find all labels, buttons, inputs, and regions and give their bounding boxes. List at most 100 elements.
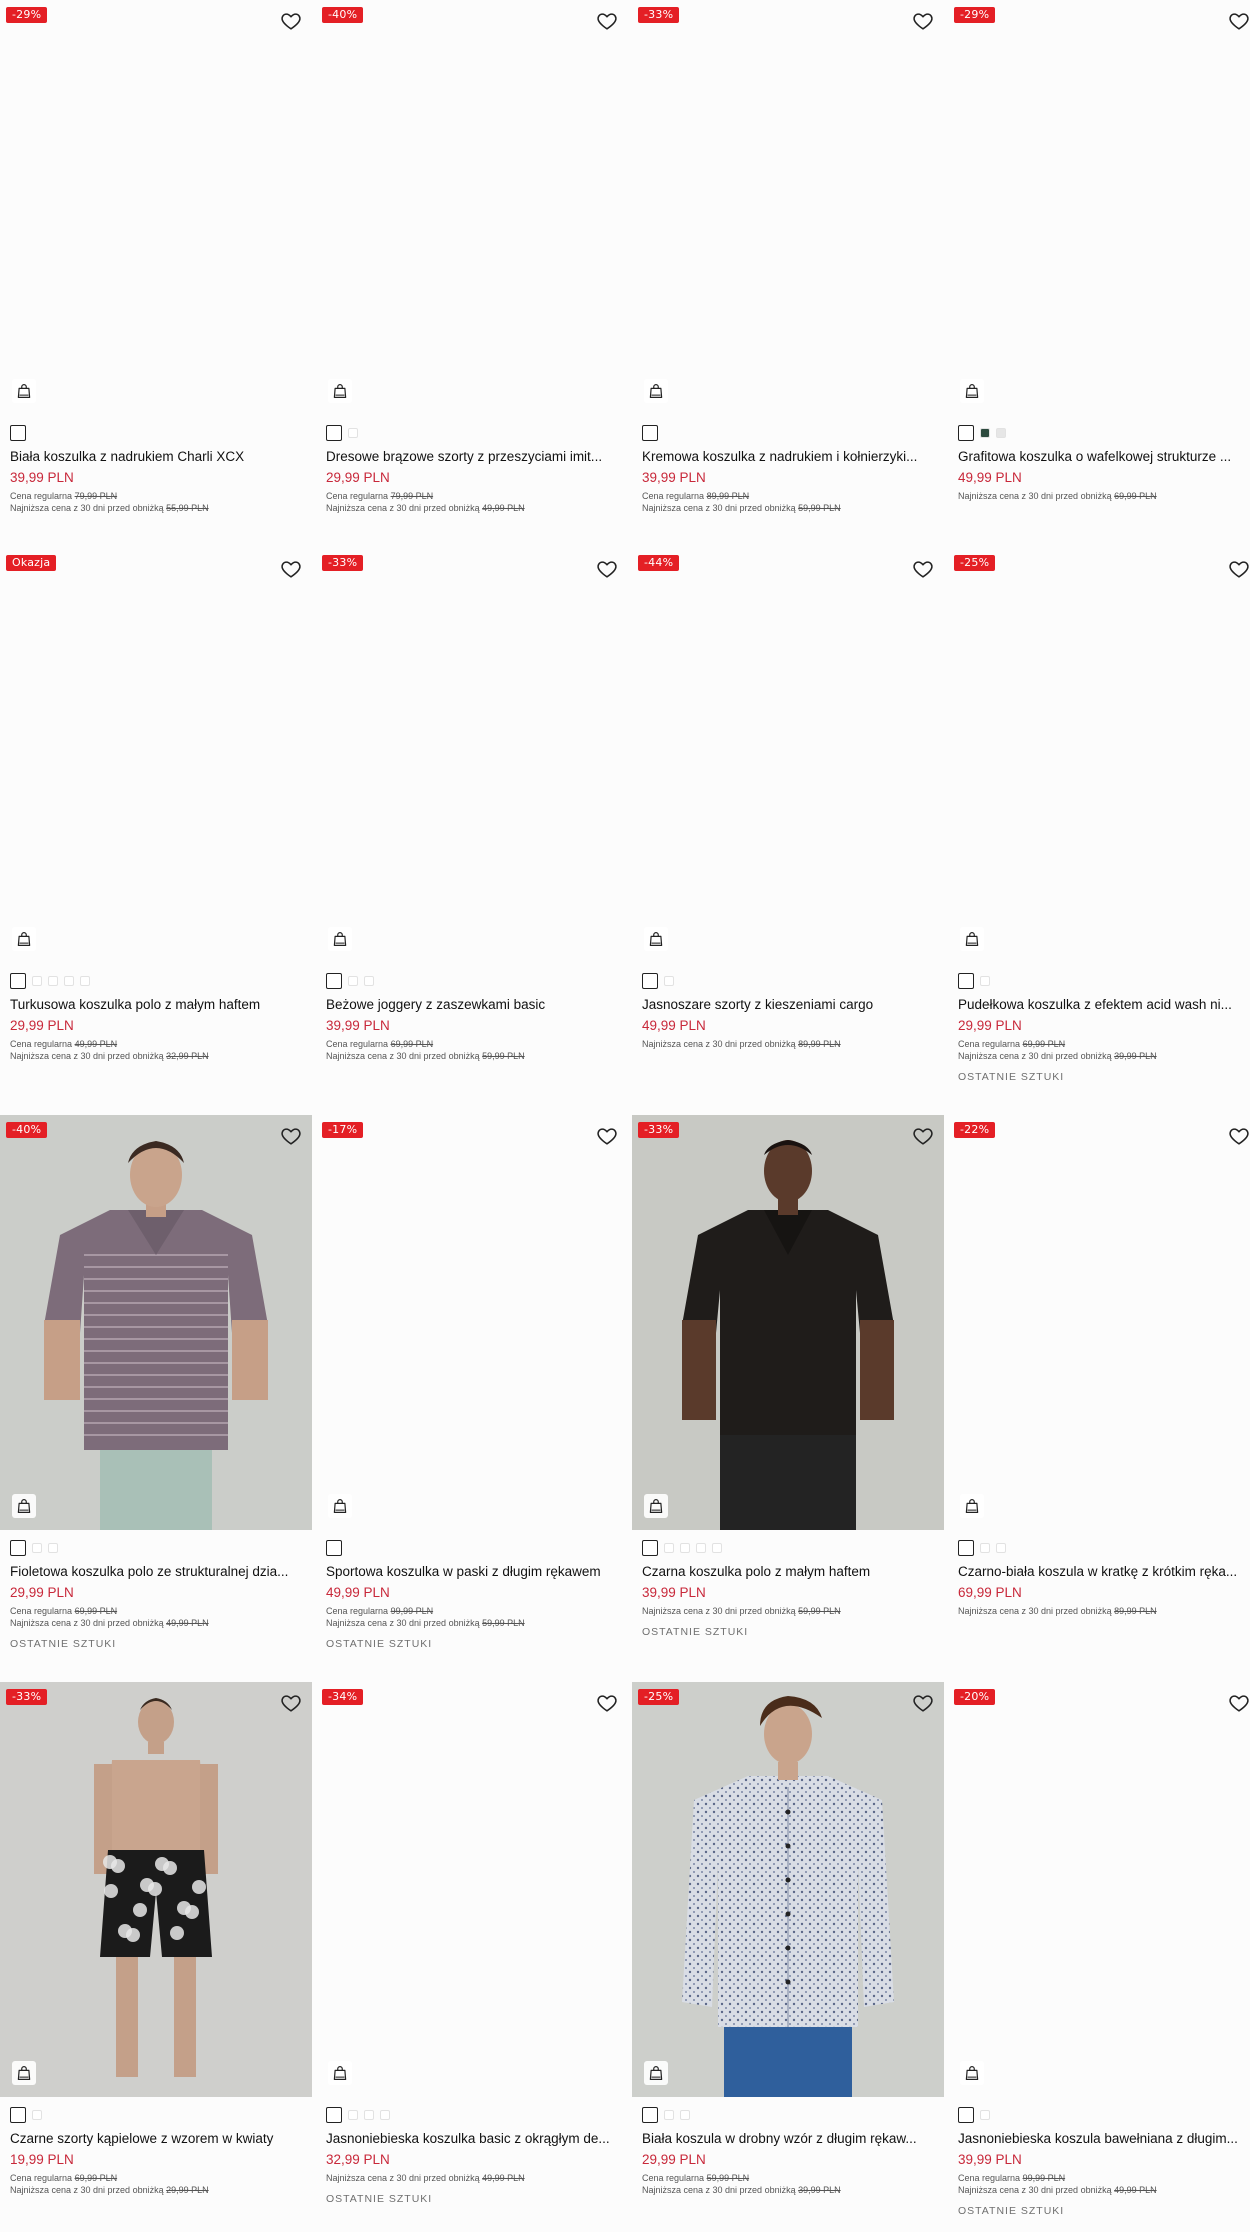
color-swatch[interactable]: [364, 976, 374, 986]
heart-icon[interactable]: [596, 10, 618, 32]
product-title[interactable]: Fioletowa koszulka polo ze strukturalnej…: [10, 1563, 302, 1581]
product-title[interactable]: Kremowa koszulka z nadrukiem i kołnierzy…: [642, 448, 934, 466]
product-image[interactable]: -17%: [316, 1115, 628, 1530]
product-card[interactable]: -25% Pudełkowa koszulka z efektem acid w…: [948, 548, 1250, 1084]
color-swatch[interactable]: [10, 425, 26, 441]
color-swatch[interactable]: [996, 1543, 1006, 1553]
product-card[interactable]: Okazja Turkusowa koszulka polo z małym h…: [0, 548, 312, 1062]
color-swatch[interactable]: [364, 2110, 374, 2120]
color-swatch[interactable]: [380, 2110, 390, 2120]
color-swatch[interactable]: [664, 976, 674, 986]
shopping-bag-icon[interactable]: [644, 1494, 668, 1518]
color-swatch[interactable]: [980, 1543, 990, 1553]
product-card[interactable]: -34% Jasnoniebieska koszulka basic z okr…: [316, 1682, 628, 2206]
product-card[interactable]: -33% Czarna koszulka polo z małym haftem…: [632, 1115, 944, 1639]
shopping-bag-icon[interactable]: [328, 1494, 352, 1518]
product-title[interactable]: Czarno-biała koszula w kratkę z krótkim …: [958, 1563, 1250, 1581]
heart-icon[interactable]: [1228, 10, 1250, 32]
product-title[interactable]: Jasnoniebieska koszulka basic z okrągłym…: [326, 2130, 618, 2148]
color-swatch[interactable]: [80, 976, 90, 986]
product-image[interactable]: -20%: [948, 1682, 1250, 2097]
heart-icon[interactable]: [912, 1692, 934, 1714]
color-swatch[interactable]: [980, 2110, 990, 2120]
heart-icon[interactable]: [1228, 1125, 1250, 1147]
color-swatch[interactable]: [348, 976, 358, 986]
product-title[interactable]: Biała koszula w drobny wzór z długim ręk…: [642, 2130, 934, 2148]
product-card[interactable]: -29% Grafitowa koszulka o wafelkowej str…: [948, 0, 1250, 502]
heart-icon[interactable]: [596, 1692, 618, 1714]
color-swatch[interactable]: [348, 2110, 358, 2120]
product-title[interactable]: Sportowa koszulka w paski z długim rękaw…: [326, 1563, 618, 1581]
color-swatch[interactable]: [348, 428, 358, 438]
heart-icon[interactable]: [280, 1692, 302, 1714]
product-title[interactable]: Turkusowa koszulka polo z małym haftem: [10, 996, 302, 1014]
color-swatch[interactable]: [642, 973, 658, 989]
product-title[interactable]: Jasnoszare szorty z kieszeniami cargo: [642, 996, 934, 1014]
heart-icon[interactable]: [280, 558, 302, 580]
shopping-bag-icon[interactable]: [960, 927, 984, 951]
shopping-bag-icon[interactable]: [12, 1494, 36, 1518]
color-swatch[interactable]: [680, 2110, 690, 2120]
color-swatch[interactable]: [680, 1543, 690, 1553]
product-title[interactable]: Grafitowa koszulka o wafelkowej struktur…: [958, 448, 1250, 466]
color-swatch[interactable]: [642, 425, 658, 441]
product-image[interactable]: -29%: [0, 0, 312, 415]
color-swatch[interactable]: [326, 1540, 342, 1556]
shopping-bag-icon[interactable]: [644, 379, 668, 403]
product-image[interactable]: -25%: [948, 548, 1250, 963]
color-swatch[interactable]: [958, 2107, 974, 2123]
color-swatch[interactable]: [980, 428, 990, 438]
product-image[interactable]: -44%: [632, 548, 944, 963]
color-swatch[interactable]: [712, 1543, 722, 1553]
shopping-bag-icon[interactable]: [960, 379, 984, 403]
product-title[interactable]: Dresowe brązowe szorty z przeszyciami im…: [326, 448, 618, 466]
color-swatch[interactable]: [664, 1543, 674, 1553]
product-image[interactable]: -33%: [632, 0, 944, 415]
heart-icon[interactable]: [596, 558, 618, 580]
product-image[interactable]: -22%: [948, 1115, 1250, 1530]
product-image[interactable]: -25%: [632, 1682, 944, 2097]
product-image[interactable]: -40%: [0, 1115, 312, 1530]
color-swatch[interactable]: [642, 2107, 658, 2123]
color-swatch[interactable]: [696, 1543, 706, 1553]
product-title[interactable]: Beżowe joggery z zaszewkami basic: [326, 996, 618, 1014]
product-card[interactable]: -33% Beżowe joggery z zaszewkami basic 3…: [316, 548, 628, 1062]
product-image[interactable]: -34%: [316, 1682, 628, 2097]
product-card[interactable]: -40% Fioletowa koszulka polo ze struktur…: [0, 1115, 312, 1651]
color-swatch[interactable]: [326, 425, 342, 441]
shopping-bag-icon[interactable]: [644, 2061, 668, 2085]
product-title[interactable]: Pudełkowa koszulka z efektem acid wash n…: [958, 996, 1250, 1014]
product-image[interactable]: -33%: [632, 1115, 944, 1530]
product-card[interactable]: -44% Jasnoszare szorty z kieszeniami car…: [632, 548, 944, 1050]
product-title[interactable]: Jasnoniebieska koszula bawełniana z dług…: [958, 2130, 1250, 2148]
color-swatch[interactable]: [48, 976, 58, 986]
product-image[interactable]: -29%: [948, 0, 1250, 415]
shopping-bag-icon[interactable]: [328, 379, 352, 403]
color-swatch[interactable]: [326, 2107, 342, 2123]
product-card[interactable]: -40% Dresowe brązowe szorty z przeszycia…: [316, 0, 628, 514]
color-swatch[interactable]: [10, 1540, 26, 1556]
product-card[interactable]: -33% Kremowa koszulka z nadrukiem i kołn…: [632, 0, 944, 514]
product-title[interactable]: Czarne szorty kąpielowe z wzorem w kwiat…: [10, 2130, 302, 2148]
product-image[interactable]: -40%: [316, 0, 628, 415]
product-image[interactable]: -33%: [316, 548, 628, 963]
color-swatch[interactable]: [958, 425, 974, 441]
heart-icon[interactable]: [912, 10, 934, 32]
heart-icon[interactable]: [1228, 1692, 1250, 1714]
product-image[interactable]: -33%: [0, 1682, 312, 2097]
product-title[interactable]: Czarna koszulka polo z małym haftem: [642, 1563, 934, 1581]
color-swatch[interactable]: [980, 976, 990, 986]
product-card[interactable]: -25% Biała koszula w drobny wzór z długi…: [632, 1682, 944, 2196]
color-swatch[interactable]: [326, 973, 342, 989]
color-swatch[interactable]: [958, 973, 974, 989]
product-card[interactable]: -33% Czarne szorty kąpielowe z wzorem w …: [0, 1682, 312, 2196]
product-card[interactable]: -29% Biała koszulka z nadrukiem Charli X…: [0, 0, 312, 514]
heart-icon[interactable]: [280, 1125, 302, 1147]
product-card[interactable]: -20% Jasnoniebieska koszula bawełniana z…: [948, 1682, 1250, 2218]
shopping-bag-icon[interactable]: [12, 379, 36, 403]
heart-icon[interactable]: [280, 10, 302, 32]
shopping-bag-icon[interactable]: [328, 927, 352, 951]
shopping-bag-icon[interactable]: [960, 1494, 984, 1518]
color-swatch[interactable]: [664, 2110, 674, 2120]
shopping-bag-icon[interactable]: [644, 927, 668, 951]
